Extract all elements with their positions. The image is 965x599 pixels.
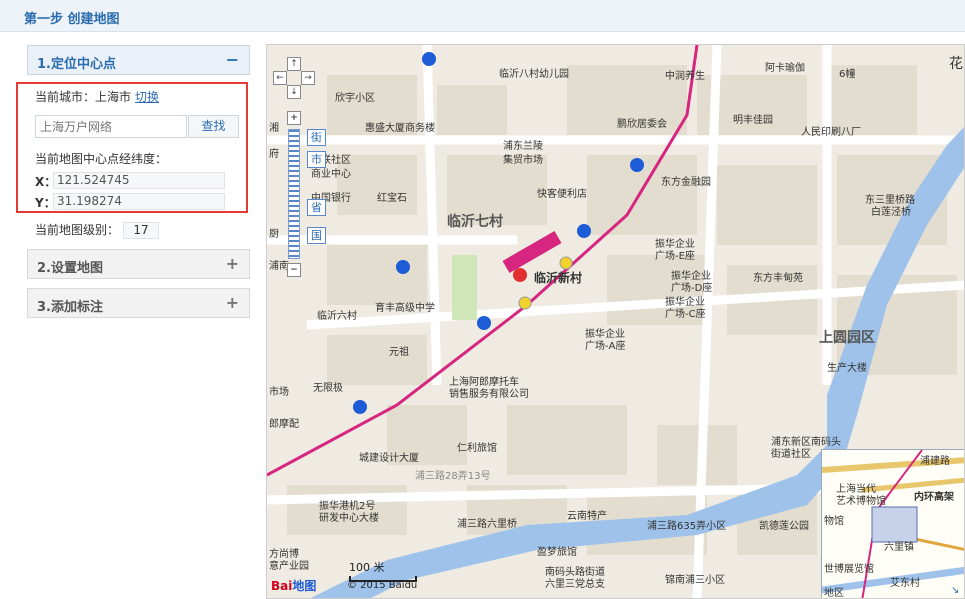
- map-label: 广场-A座: [585, 341, 626, 352]
- map-label: 广场-E座: [655, 251, 695, 262]
- map-label: 浦三路28弄13号: [415, 471, 491, 482]
- collapse-overview-icon[interactable]: ↘: [951, 585, 963, 597]
- collapse-icon[interactable]: −: [226, 50, 239, 69]
- panel-locate-center[interactable]: 1.定位中心点 −: [27, 45, 250, 75]
- map-label: 白莲泾桥: [871, 207, 911, 218]
- baidu-map[interactable]: 临沂七村 上圆园区 临沂新村 临沂八村幼儿园 中润养生 阿卡瑜伽 6幢 花 欣宇…: [266, 44, 965, 599]
- overview-label: 物馆: [824, 516, 844, 527]
- panel-title: 3.添加标注: [37, 300, 103, 315]
- map-label: 城建设计大厦: [359, 453, 419, 464]
- map-label: 锦南浦三小区: [665, 575, 725, 586]
- overview-label: 六里镇: [884, 542, 914, 553]
- map-label: 东方丰甸苑: [753, 273, 803, 284]
- current-city-row: 当前城市：上海市 切换: [35, 88, 159, 105]
- map-label: 人民印刷八厂: [801, 127, 861, 138]
- map-scale: 100 米: [349, 559, 417, 582]
- map-label: 东方金融园: [661, 177, 711, 188]
- map-label: 广场-C座: [665, 309, 706, 320]
- overview-label: 艾东村: [890, 578, 920, 589]
- baidu-logo: Bai地图: [271, 579, 317, 593]
- map-label: 浦南: [269, 261, 289, 272]
- zoom-level-province[interactable]: 省: [307, 199, 326, 216]
- overview-label: 地区: [824, 588, 844, 599]
- panel-title: 2.设置地图: [37, 261, 103, 276]
- map-label: 湘: [269, 123, 279, 134]
- map-label: 惠盛大厦商务楼: [365, 123, 435, 134]
- center-coord-label: 当前地图中心点经纬度：: [35, 152, 168, 166]
- pan-left-icon[interactable]: ←: [273, 71, 287, 85]
- map-label-district: 上圆园区: [819, 330, 875, 346]
- overview-label: 世博展览馆: [824, 564, 874, 575]
- map-label-district: 临沂七村: [447, 214, 503, 230]
- map-label: 街道社区: [771, 449, 811, 460]
- map-label: 凯德莲公园: [759, 521, 809, 532]
- map-label: 育丰高级中学: [375, 303, 435, 314]
- map-label: 六里三党总支: [545, 579, 605, 590]
- map-label: 花: [949, 56, 963, 72]
- zoom-in-icon[interactable]: +: [287, 111, 301, 125]
- zoom-slider[interactable]: [288, 129, 300, 259]
- map-label: 元祖: [389, 347, 409, 358]
- current-city-label: 当前城市：上海市: [35, 90, 132, 104]
- overview-label: 内环高架: [914, 492, 954, 503]
- map-label: 无限极: [313, 383, 343, 394]
- zoom-level-field[interactable]: 17: [123, 222, 160, 239]
- map-label: 仁利旅馆: [457, 443, 497, 454]
- map-label: 市场: [269, 387, 289, 398]
- zoom-out-icon[interactable]: −: [287, 263, 301, 277]
- y-value-field[interactable]: 31.198274: [53, 193, 225, 210]
- pan-right-icon[interactable]: →: [301, 71, 315, 85]
- overview-label: 艺术博物馆: [836, 496, 886, 507]
- map-label: 生产大楼: [827, 363, 867, 374]
- map-label: 集贸市场: [503, 155, 543, 166]
- header-bar: 第一步 创建地图: [0, 0, 965, 32]
- zoom-level-label: 当前地图级别：: [35, 223, 120, 237]
- panel-title: 1.定位中心点: [37, 57, 116, 72]
- page-title: 第一步 创建地图: [24, 12, 120, 27]
- map-label: 临沂六村: [317, 311, 357, 322]
- map-label: 6幢: [839, 69, 856, 80]
- map-label: 明丰佳园: [733, 115, 773, 126]
- map-label: 中润养生: [665, 71, 705, 82]
- map-label-station: 临沂新村: [534, 271, 583, 285]
- pan-down-icon[interactable]: ↓: [287, 85, 301, 99]
- switch-city-link[interactable]: 切换: [135, 90, 159, 104]
- pan-up-icon[interactable]: ↑: [287, 57, 301, 71]
- expand-icon[interactable]: +: [226, 254, 239, 273]
- scale-label: 100 米: [349, 561, 385, 574]
- overview-label: 浦建路: [920, 456, 950, 467]
- locate-form: 当前城市：上海市切换 查找 当前地图中心点经纬度： X： 121.524745 …: [16, 82, 248, 213]
- zoom-level-row: 当前地图级别： 17: [35, 221, 160, 239]
- search-input[interactable]: [35, 115, 187, 138]
- search-button[interactable]: 查找: [188, 115, 239, 138]
- panel-add-markers[interactable]: 3.添加标注 +: [27, 288, 250, 318]
- map-label: 销售服务有限公司: [449, 389, 529, 400]
- zoom-level-country[interactable]: 国: [307, 227, 326, 244]
- map-label: 欣宇小区: [335, 93, 375, 104]
- map-label: 广场-D座: [671, 283, 713, 294]
- map-label: 浦三路635弄小区: [647, 521, 727, 532]
- map-label: 浦东兰陵: [503, 141, 543, 152]
- map-label: 意产业园: [269, 561, 309, 572]
- overview-map[interactable]: 浦建路 上海当代 艺术博物馆 内环高架 物馆 六里镇 世博展览馆 艾东村 地区 …: [821, 449, 964, 599]
- map-label: 厨: [269, 229, 279, 240]
- map-label: 浦三路六里桥: [457, 519, 517, 530]
- map-label: 临沂八村幼儿园: [499, 69, 569, 80]
- map-copyright: © 2015 Baidu: [347, 580, 418, 591]
- panel-map-settings[interactable]: 2.设置地图 +: [27, 249, 250, 279]
- map-label: 府: [269, 149, 279, 160]
- expand-icon[interactable]: +: [226, 293, 239, 312]
- map-label: 云南特产: [567, 511, 607, 522]
- x-value-field[interactable]: 121.524745: [53, 172, 225, 189]
- map-label: 红宝石: [377, 193, 407, 204]
- map-label: 阿卡瑜伽: [765, 63, 805, 74]
- map-label: 盈梦旅馆: [537, 547, 577, 558]
- map-label: 研发中心大楼: [319, 513, 379, 524]
- map-label: 鹏欣居委会: [617, 119, 667, 130]
- map-label: 快客便利店: [537, 189, 587, 200]
- zoom-level-street[interactable]: 街: [307, 129, 326, 146]
- zoom-level-city[interactable]: 市: [307, 151, 326, 168]
- map-label: 郎摩配: [269, 419, 299, 430]
